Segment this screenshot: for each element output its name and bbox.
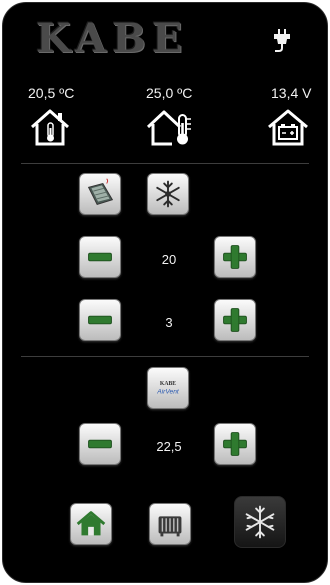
climate-button-top[interactable] [147, 173, 189, 215]
setpoint-minus-button[interactable] [79, 236, 121, 278]
airvent-button[interactable]: KABE AirVent [147, 367, 189, 409]
set-temp-label: 25,0 ºC [146, 85, 193, 101]
divider-top [21, 163, 309, 164]
second-value: 3 [165, 315, 173, 330]
plus-icon [223, 432, 247, 456]
plus-icon [223, 245, 247, 269]
airvent-brand-text: KABE [160, 381, 176, 387]
battery-voltage-label: 13,4 V [271, 85, 312, 101]
setpoint-plus-button[interactable] [214, 236, 256, 278]
airvent-plus-button[interactable] [214, 423, 256, 465]
minus-icon [88, 315, 112, 325]
house-thermometer-icon [146, 110, 191, 146]
control-panel: KABE 20,5 ºC 25,0 ºC 13,4 V 20 3 KABE Ai… [2, 2, 328, 583]
nav-heating-button[interactable] [149, 503, 191, 545]
indoor-temp-label: 20,5 ºC [28, 85, 75, 101]
floor-heating-icon [87, 178, 114, 206]
plug-icon [274, 29, 290, 52]
snowflake-icon [156, 180, 180, 208]
kabe-logo: KABE [36, 15, 189, 62]
house-battery-icon [268, 109, 308, 146]
floor-heating-button[interactable] [79, 173, 121, 215]
minus-icon [88, 439, 112, 449]
snowflake-icon [245, 505, 275, 539]
indoor-thermometer-icon [31, 109, 69, 146]
setpoint-value: 20 [161, 252, 177, 267]
second-plus-button[interactable] [214, 299, 256, 341]
home-icon [76, 511, 106, 536]
radiator-icon [158, 516, 182, 537]
airvent-minus-button[interactable] [79, 423, 121, 465]
airvent-value: 22,5 [156, 439, 182, 454]
minus-icon [88, 252, 112, 262]
airvent-logo-icon: KABE AirVent [156, 381, 180, 396]
plus-icon [223, 308, 247, 332]
nav-climate-button[interactable] [234, 496, 286, 548]
second-minus-button[interactable] [79, 299, 121, 341]
divider-middle [21, 356, 309, 357]
nav-home-button[interactable] [70, 503, 112, 545]
airvent-product-text: AirVent [156, 389, 180, 396]
